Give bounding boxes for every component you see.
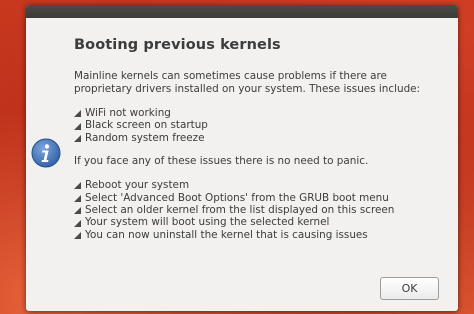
message-dialog: Booting previous kernels Mainline kernel… — [26, 5, 458, 311]
issue-text: Random system freeze — [85, 131, 205, 144]
bullet-arrow-icon — [74, 134, 82, 143]
bullet-arrow-icon — [74, 219, 82, 227]
panic-note: If you face any of these issues there is… — [74, 155, 369, 168]
issue-text: Black screen on startup — [85, 119, 208, 132]
intro-line-2: proprietary drivers installed on your sy… — [74, 83, 421, 95]
list-item: Select 'Advanced Boot Options' from the … — [74, 192, 454, 204]
bullet-arrow-icon — [74, 194, 82, 202]
list-item: You can now uninstall the kernel that is… — [74, 229, 454, 241]
issues-list: WiFi not working Black screen on startup… — [74, 107, 454, 144]
bullet-arrow-icon — [74, 181, 82, 190]
bullet-arrow-icon — [74, 206, 82, 215]
steps-list: Reboot your system Select 'Advanced Boot… — [74, 179, 454, 241]
list-item: Random system freeze — [74, 132, 454, 144]
step-text: Your system will boot using the selected… — [85, 216, 330, 229]
list-item: WiFi not working — [74, 107, 454, 119]
bullet-arrow-icon — [74, 122, 82, 130]
dialog-title: Booting previous kernels — [74, 37, 281, 53]
intro-line-1: Mainline kernels can sometimes cause pro… — [74, 70, 387, 82]
ok-button[interactable]: OK — [380, 277, 439, 300]
list-item: Your system will boot using the selected… — [74, 216, 454, 228]
bullet-arrow-icon — [74, 231, 82, 240]
dialog-content: Booting previous kernels Mainline kernel… — [74, 37, 454, 241]
list-item: Reboot your system — [74, 179, 454, 191]
step-text: Select 'Advanced Boot Options' from the … — [85, 191, 389, 204]
list-item: Black screen on startup — [74, 119, 454, 131]
issue-text: WiFi not working — [85, 107, 171, 119]
step-text: You can now uninstall the kernel that is… — [85, 228, 368, 241]
step-text: Select an older kernel from the list dis… — [85, 204, 395, 217]
info-icon — [31, 138, 61, 168]
step-text: Reboot your system — [85, 179, 190, 192]
bullet-arrow-icon — [74, 109, 82, 118]
dialog-titlebar[interactable] — [26, 5, 458, 18]
list-item: Select an older kernel from the list dis… — [74, 204, 454, 216]
